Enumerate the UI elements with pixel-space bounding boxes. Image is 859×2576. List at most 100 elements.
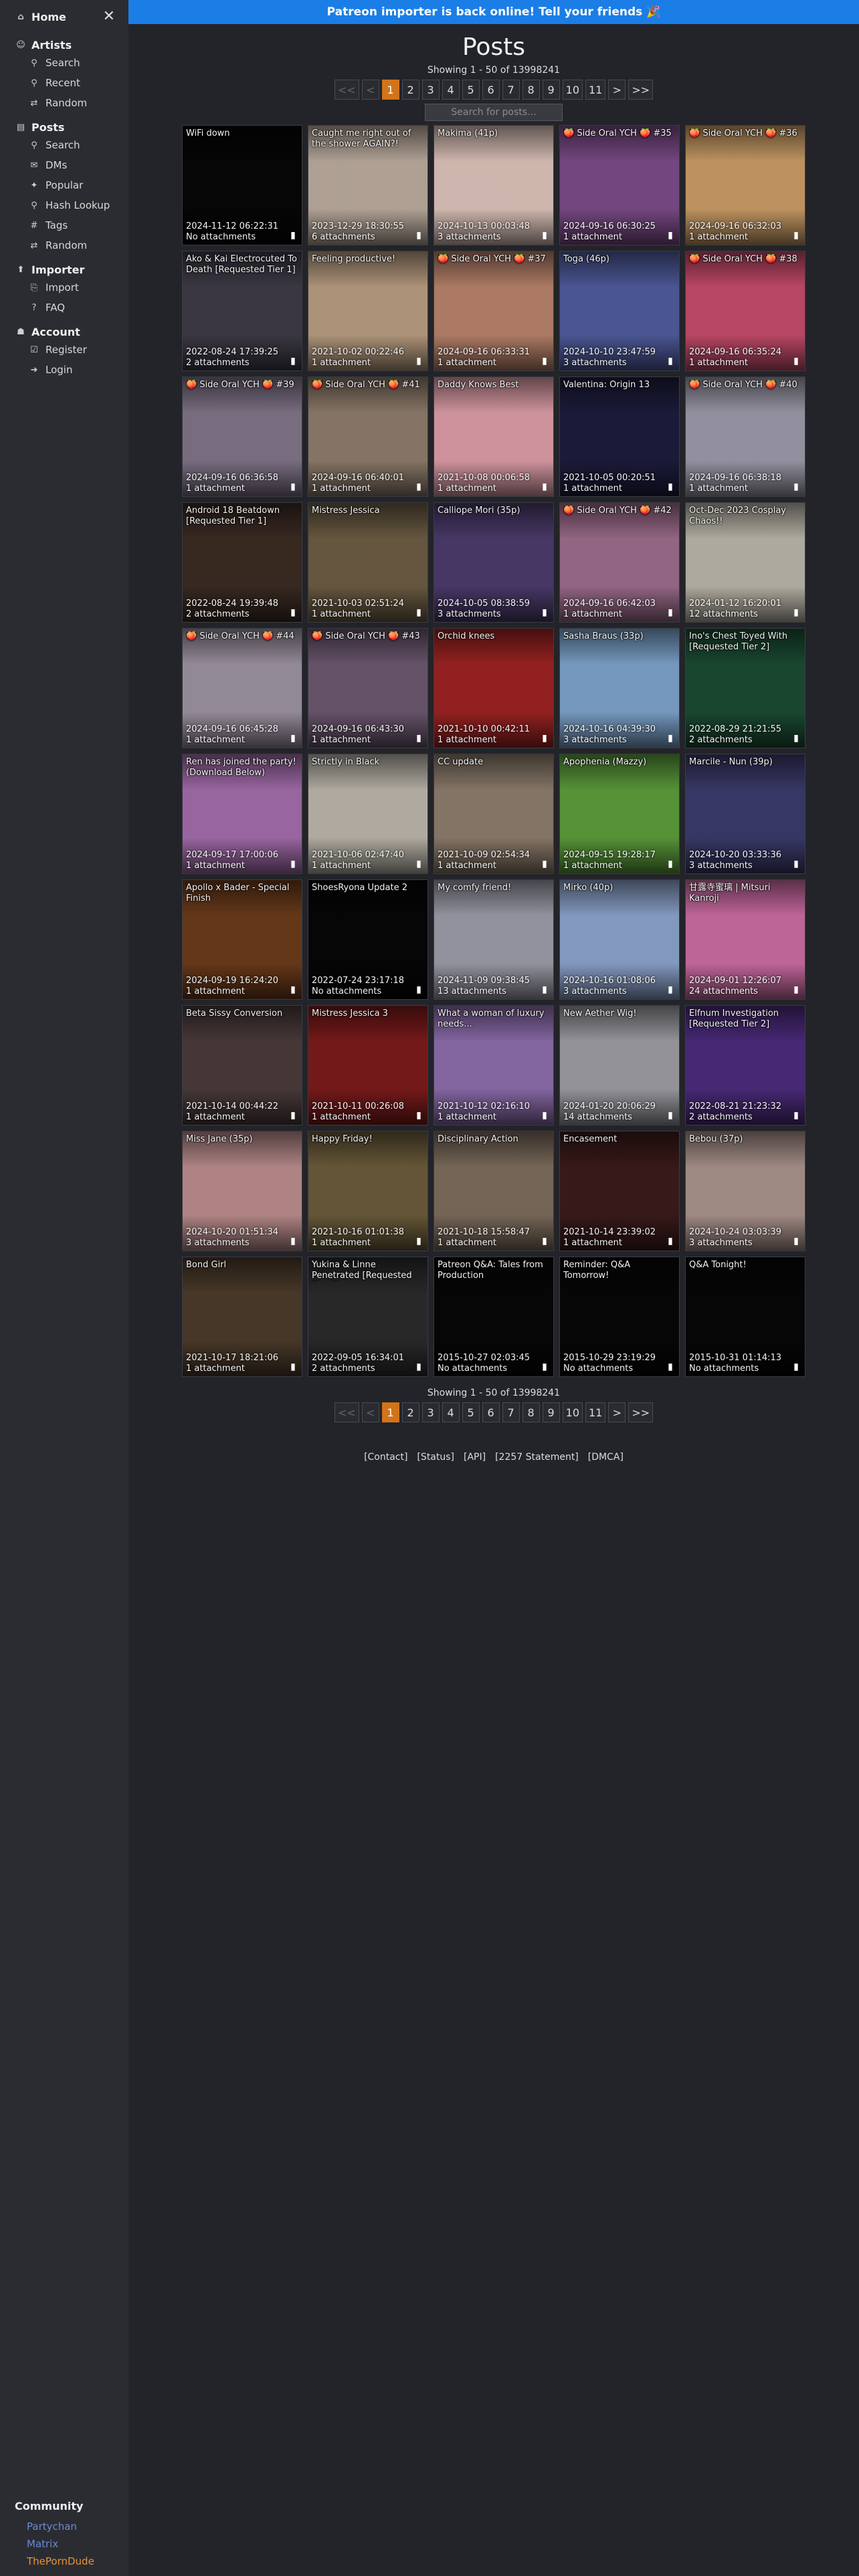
footer-link[interactable]: [Status] [417, 1452, 454, 1463]
footer-link[interactable]: [2257 Statement] [495, 1452, 579, 1463]
post-card[interactable]: Marcile - Nun (39p) 2024-10-20 03:33:36 3 … [685, 754, 805, 874]
sidebar-section-title[interactable]: ⬆ Importer [0, 259, 128, 278]
post-card[interactable]: Valentina: Origin 13 2021-10-05 00:20:51 1… [559, 377, 680, 497]
post-card[interactable]: Ino's Chest Toyed With [Requested Tier 2… [685, 628, 805, 748]
page-button[interactable]: 1 [381, 80, 399, 100]
close-icon[interactable]: ✕ [103, 9, 115, 24]
post-card[interactable]: Miss Jane (35p) 2024-10-20 01:51:34 3 atta… [182, 1131, 302, 1251]
page-button[interactable]: 6 [482, 1402, 500, 1422]
sidebar-home-link[interactable]: ⌂ Home [15, 11, 66, 23]
post-card[interactable]: Ako & Kai Electrocuted To Death [Request… [182, 251, 302, 371]
page-button[interactable]: < [361, 80, 379, 100]
post-card[interactable]: Beta Sissy Conversion 2021-10-14 00:44:22… [182, 1005, 302, 1125]
page-button[interactable]: > [608, 1402, 626, 1422]
post-card[interactable]: Mistress Jessica 3 2021-10-11 00:26:08 1 a… [308, 1005, 428, 1125]
page-button[interactable]: 11 [585, 1402, 606, 1422]
page-button[interactable]: 7 [502, 1402, 520, 1422]
sidebar-item-posts-tags[interactable]: # Tags [0, 215, 128, 235]
post-card[interactable]: Q&A Tonight! 2015-10-31 01:14:13 No attach… [685, 1257, 805, 1377]
post-card[interactable]: Mistress Jessica 2021-10-03 02:51:24 1 att… [308, 502, 428, 623]
sidebar-item-account-register[interactable]: ☑ Register [0, 340, 128, 360]
post-card[interactable]: 🍑 Side Oral YCH 🍑 #43 2024-09-16 06:43:30… [308, 628, 428, 748]
post-card[interactable]: Apophenia (Mazzy) 2024-09-15 19:28:17 1 at… [559, 754, 680, 874]
post-card[interactable]: 🍑 Side Oral YCH 🍑 #40 2024-09-16 06:38:18… [685, 377, 805, 497]
page-button[interactable]: >> [628, 1402, 654, 1422]
page-button[interactable]: 2 [401, 1402, 419, 1422]
post-card[interactable]: Bebou (37p) 2024-10-24 03:03:39 3 attachme… [685, 1131, 805, 1251]
sidebar-item-posts-dms[interactable]: ✉ DMs [0, 155, 128, 175]
post-card[interactable]: Calliope Mori (35p) 2024-10-05 08:38:59 3 … [434, 502, 554, 623]
post-card[interactable]: Strictly in Black 2021-10-06 02:47:40 1 at… [308, 754, 428, 874]
post-card[interactable]: Reminder: Q&A Tomorrow! 2015-10-29 23:19:… [559, 1257, 680, 1377]
post-card[interactable]: My comfy friend! 2024-11-09 09:38:45 13 at… [434, 879, 554, 1000]
page-button[interactable]: << [334, 1402, 359, 1422]
page-button[interactable]: 4 [442, 1402, 460, 1422]
community-link-theporndude[interactable]: ThePornDude [15, 2553, 94, 2570]
sidebar-item-posts-popular[interactable]: ✦ Popular [0, 175, 128, 195]
page-button[interactable]: << [334, 80, 359, 100]
post-card[interactable]: Patreon Q&A: Tales from Production 2015-1… [434, 1257, 554, 1377]
post-card[interactable]: Oct-Dec 2023 Cosplay Chaos!! 2024-01-12 1… [685, 502, 805, 623]
page-button[interactable]: 4 [442, 80, 460, 100]
page-button[interactable]: 2 [401, 80, 419, 100]
page-button[interactable]: 5 [462, 1402, 480, 1422]
post-card[interactable]: Makima (41p) 2024-10-13 00:03:48 3 attachm… [434, 125, 554, 245]
page-button[interactable]: 7 [502, 80, 520, 100]
importer-banner[interactable]: Patreon importer is back online! Tell yo… [128, 0, 859, 24]
sidebar-item-artists-recent[interactable]: ⚲ Recent [0, 73, 128, 93]
footer-link[interactable]: [API] [464, 1452, 486, 1463]
post-card[interactable]: Toga (46p) 2024-10-10 23:47:59 3 attachmen… [559, 251, 680, 371]
sidebar-section-title[interactable]: ▤ Posts [0, 117, 128, 135]
post-card[interactable]: New Aether Wig! 2024-01-20 20:06:29 14 att… [559, 1005, 680, 1125]
community-link-matrix[interactable]: Matrix [15, 2535, 94, 2553]
post-card[interactable]: 甘露寺蜜璃 | Mitsuri Kanroji 2024-09-01 12:26:… [685, 879, 805, 1000]
footer-link[interactable]: [DMCA] [588, 1452, 624, 1463]
post-card[interactable]: 🍑 Side Oral YCH 🍑 #44 2024-09-16 06:45:28… [182, 628, 302, 748]
footer-link[interactable]: [Contact] [364, 1452, 407, 1463]
page-button[interactable]: 8 [522, 80, 540, 100]
page-button[interactable]: 3 [421, 1402, 440, 1422]
post-card[interactable]: Elfnum Investigation [Requested Tier 2] 2… [685, 1005, 805, 1125]
post-card[interactable]: 🍑 Side Oral YCH 🍑 #37 2024-09-16 06:33:31… [434, 251, 554, 371]
post-card[interactable]: What a woman of luxury needs... 2021-10-1… [434, 1005, 554, 1125]
post-card[interactable]: 🍑 Side Oral YCH 🍑 #36 2024-09-16 06:32:03… [685, 125, 805, 245]
sidebar-item-posts-search[interactable]: ⚲ Search [0, 135, 128, 155]
sidebar-item-importer-faq[interactable]: ? FAQ [0, 298, 128, 318]
post-card[interactable]: Caught me right out of the shower AGAIN?… [308, 125, 428, 245]
post-card[interactable]: Orchid knees 2021-10-10 00:42:11 1 attachm… [434, 628, 554, 748]
post-card[interactable]: Encasement 2021-10-14 23:39:02 1 attachmen… [559, 1131, 680, 1251]
post-card[interactable]: Daddy Knows Best 2021-10-08 00:06:58 1 att… [434, 377, 554, 497]
post-card[interactable]: Android 18 Beatdown [Requested Tier 1] 20… [182, 502, 302, 623]
page-button[interactable]: > [608, 80, 626, 100]
page-button[interactable]: 3 [421, 80, 440, 100]
post-card[interactable]: 🍑 Side Oral YCH 🍑 #38 2024-09-16 06:35:24… [685, 251, 805, 371]
post-card[interactable]: Happy Friday! 2021-10-16 01:01:38 1 attach… [308, 1131, 428, 1251]
post-card[interactable]: Disciplinary Action 2021-10-18 15:58:47 1 … [434, 1131, 554, 1251]
page-button[interactable]: 9 [542, 80, 560, 100]
page-button[interactable]: 5 [462, 80, 480, 100]
community-link-partychan[interactable]: Partychan [15, 2518, 94, 2535]
sidebar-item-artists-search[interactable]: ⚲ Search [0, 53, 128, 73]
post-card[interactable]: 🍑 Side Oral YCH 🍑 #42 2024-09-16 06:42:03… [559, 502, 680, 623]
post-card[interactable]: 🍑 Side Oral YCH 🍑 #41 2024-09-16 06:40:01… [308, 377, 428, 497]
page-button[interactable]: 11 [585, 80, 606, 100]
page-button[interactable]: 8 [522, 1402, 540, 1422]
post-card[interactable]: Bond Girl 2021-10-17 18:21:06 1 attachment… [182, 1257, 302, 1377]
sidebar-item-artists-random[interactable]: ⇄ Random [0, 93, 128, 113]
post-card[interactable]: Mirko (40p) 2024-10-16 01:08:06 3 attachme… [559, 879, 680, 1000]
post-card[interactable]: Feeling productive! 2021-10-02 00:22:46 1 … [308, 251, 428, 371]
search-input[interactable] [425, 104, 563, 121]
post-card[interactable]: Sasha Braus (33p) 2024-10-16 04:39:30 3 at… [559, 628, 680, 748]
page-button[interactable]: < [361, 1402, 379, 1422]
sidebar-item-importer-import[interactable]: ⎘ Import [0, 278, 128, 298]
sidebar-item-posts-hash-lookup[interactable]: ⚲ Hash Lookup [0, 195, 128, 215]
post-card[interactable]: ShoesRyona Update 2 2022-07-24 23:17:18 No… [308, 879, 428, 1000]
page-button[interactable]: 1 [381, 1402, 399, 1422]
sidebar-item-posts-random[interactable]: ⇄ Random [0, 235, 128, 255]
sidebar-item-account-login[interactable]: ➜ Login [0, 360, 128, 380]
post-card[interactable]: Apollo x Bader - Special Finish 2024-09-1… [182, 879, 302, 1000]
post-card[interactable]: 🍑 Side Oral YCH 🍑 #35 2024-09-16 06:30:25… [559, 125, 680, 245]
sidebar-section-title[interactable]: ☺ Artists [0, 35, 128, 53]
post-card[interactable]: WiFi down 2024-11-12 06:22:31 No attachmen… [182, 125, 302, 245]
page-button[interactable]: 9 [542, 1402, 560, 1422]
